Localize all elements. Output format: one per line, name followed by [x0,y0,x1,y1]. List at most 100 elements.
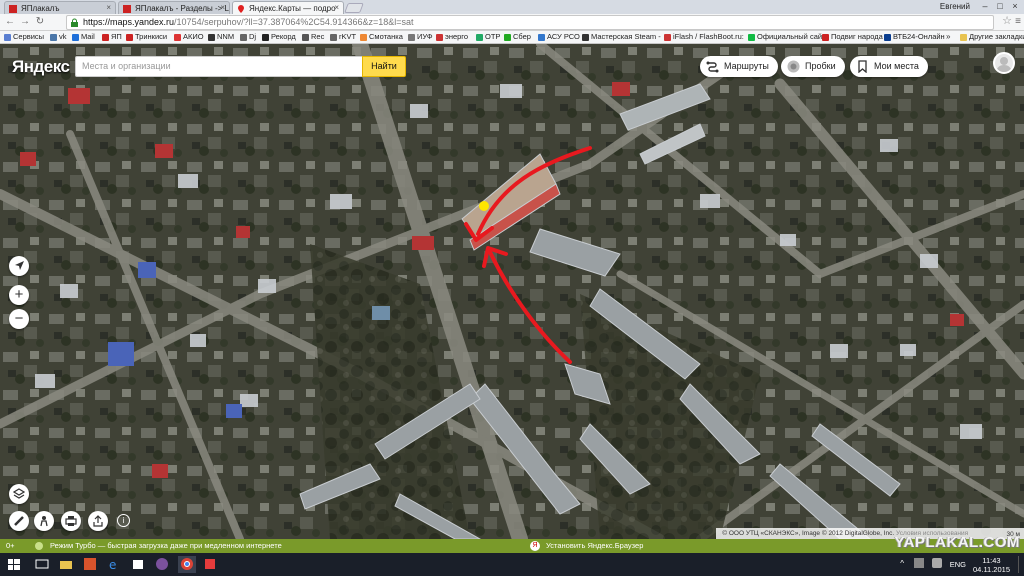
tab-close-icon[interactable]: × [106,3,111,12]
bookmark-item[interactable]: ВТБ24-Онлайн [884,32,945,41]
forward-arrow-icon[interactable]: → [19,16,31,28]
bookmark-item[interactable]: Сервисы [4,32,44,41]
address-bar[interactable]: https://maps.yandex.ru/10754/serpuhov/?l… [66,15,994,30]
menu-icon[interactable]: ≡ [1012,16,1024,28]
viber-icon[interactable] [154,556,172,573]
search-input[interactable]: Места и организации [75,56,362,77]
tab-close-icon[interactable]: × [334,3,339,12]
bookmark-item[interactable]: ОТР [476,32,500,41]
my-places-button[interactable]: Мои места [850,56,928,77]
new-tab-button[interactable] [344,3,364,13]
panorama-person-icon [38,514,50,531]
task-view-icon[interactable] [34,556,52,573]
yaplakal-favicon-icon [9,5,17,13]
bookmark-item[interactable]: АКИО [174,32,204,41]
bookmark-item[interactable]: Подвиг народа [822,32,883,41]
bookmark-item[interactable]: энерго [436,32,468,41]
info-icon[interactable]: i [117,514,130,527]
share-icon [92,514,104,531]
reload-icon[interactable]: ↻ [34,16,46,28]
install-browser-link[interactable]: Установить Яндекс.Браузер [546,541,643,550]
windows-start-icon[interactable] [6,556,24,573]
bookmark-item[interactable]: rKVT [330,32,356,41]
back-arrow-icon[interactable]: ← [4,16,16,28]
location-marker [479,201,489,211]
bookmark-item[interactable]: Mail [72,32,95,41]
tab-yandex-maps[interactable]: Яндекс.Карты — подро × [232,1,344,14]
bookmarks-overflow-chevron[interactable]: » [946,32,950,41]
bookmark-item[interactable]: Смотанка [360,32,403,41]
bookmark-item[interactable]: NNM [208,32,234,41]
copyright-text: © ООО УТЦ «СКАНЭКС», Image © 2012 Digita… [722,530,895,537]
bookmark-item[interactable]: ИУФ [408,32,433,41]
url-path: /10754/serpuhov/?ll=37.387064%2C54.91436… [174,17,414,27]
locate-me-button[interactable] [9,256,29,276]
share-button[interactable] [88,511,108,531]
routes-icon [706,60,719,73]
bookmark-item[interactable]: Rec [302,32,324,41]
avatar[interactable] [993,52,1015,74]
ruler-icon [13,514,25,531]
bookmark-item[interactable]: Сбер [504,32,531,41]
print-button[interactable] [61,511,81,531]
turbo-mode-bar: 0+ Режим Турбо — быстрая загрузка даже п… [0,539,1024,553]
search-button[interactable]: Найти [362,56,406,77]
turbo-indicator: 0+ [6,541,15,550]
show-desktop-button[interactable] [1018,556,1022,573]
other-bookmarks-folder[interactable]: Другие закладки [960,32,1024,41]
tab-close-icon[interactable]: × [220,3,225,12]
layers-button[interactable] [9,484,29,504]
tab-title: ЯПлакалъ [21,4,60,13]
yandex-logo[interactable]: Яндекс [12,57,70,77]
bookmark-item[interactable]: Официальный сайт [748,32,826,41]
zoom-out-button[interactable]: − [9,309,29,329]
yandex-browser-icon: Я [530,541,540,551]
bookmark-item[interactable]: iFlash / FlashBoot.ru: [664,32,744,41]
ruler-button[interactable] [9,511,29,531]
tab-yaplakal-1[interactable]: ЯПлакалъ × [4,1,116,14]
network-icon[interactable] [914,558,924,568]
my-places-label: Мои места [874,61,919,71]
traffic-label: Пробки [805,61,836,71]
zoom-in-button[interactable]: + [9,285,29,305]
clock-time: 11:43 [982,556,1001,565]
minimize-window-icon[interactable]: – [978,0,992,12]
file-explorer-icon[interactable] [58,556,76,573]
clock[interactable]: 11:43 04.11.2015 [973,556,1010,574]
routes-button[interactable]: Маршруты [700,56,778,77]
input-language[interactable]: ENG [950,560,966,569]
traffic-button[interactable]: Пробки [781,56,845,77]
bookmark-star-icon[interactable]: ☆ [1002,14,1012,27]
bookmark-item[interactable]: Мастерская Steam - [582,32,661,41]
bookmark-item[interactable]: Dj [240,32,256,41]
bookmark-icon [856,60,869,74]
profile-name[interactable]: Евгений [940,2,970,11]
panorama-button[interactable] [34,511,54,531]
close-window-icon[interactable]: × [1008,0,1022,12]
chrome-icon[interactable] [178,556,196,573]
satellite-map[interactable]: Яндекс Места и организации Найти Маршрут… [0,44,1024,539]
tray-chevron-icon[interactable]: ^ [900,559,904,568]
app-icon[interactable] [82,556,100,573]
bookmark-item[interactable]: Рекорд [262,32,296,41]
edge-browser-icon[interactable]: e [106,556,124,573]
tab-yaplakal-2[interactable]: ЯПлакалъ - Разделы -> L × [118,1,230,14]
navigation-arrow-icon [14,258,25,275]
watermark: YAPLAKAL.COM [894,534,1020,551]
print-icon [65,514,77,531]
lock-icon [70,18,79,27]
svg-text:e: e [109,558,116,572]
bookmark-item[interactable]: АСУ РСО [538,32,580,41]
volume-icon[interactable] [932,558,942,568]
tab-title: Яндекс.Карты — подро [249,4,336,13]
turbo-icon [35,542,43,550]
maximize-window-icon[interactable]: □ [993,0,1007,12]
windows-taskbar: e ^ ENG 11:43 04.11.2015 [0,553,1024,576]
browser-tab-strip: ЯПлакалъ × ЯПлакалъ - Разделы -> L × Янд… [0,0,1024,14]
routes-label: Маршруты [724,61,769,71]
bookmark-item[interactable]: vk [50,32,67,41]
bookmark-item[interactable]: Тринкиси [126,32,167,41]
app-icon[interactable] [202,556,220,573]
bookmark-item[interactable]: ЯП [102,32,122,41]
store-icon[interactable] [130,556,148,573]
